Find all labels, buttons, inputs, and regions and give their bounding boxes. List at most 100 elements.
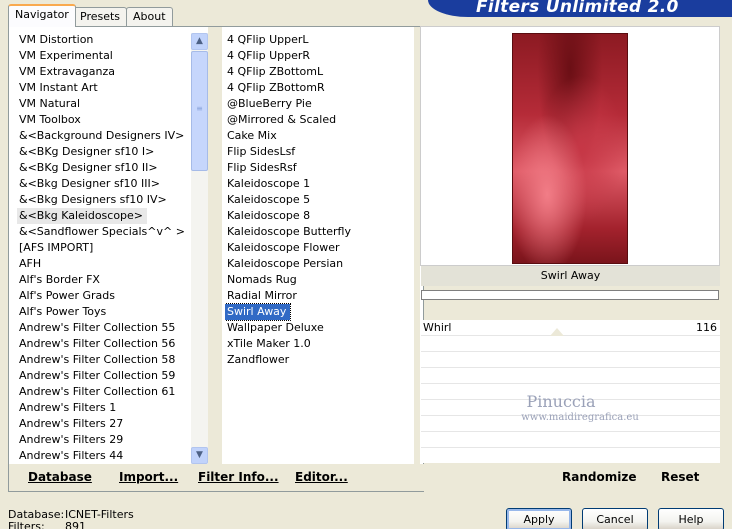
list-item[interactable]: xTile Maker 1.0 [225, 336, 413, 352]
list-item-label: &<Bkg Designer sf10 III> [19, 177, 161, 190]
list-item[interactable]: &<Bkg Designer sf10 III> [17, 176, 189, 192]
list-item-label: xTile Maker 1.0 [227, 337, 311, 350]
list-item-label: 4 QFlip UpperR [227, 49, 311, 62]
list-item-label: Cake Mix [227, 129, 277, 142]
list-item[interactable]: Swirl Away [225, 303, 413, 321]
list-item[interactable]: Zandflower [225, 352, 413, 368]
list-item[interactable]: Alf's Power Grads [17, 288, 189, 304]
status-filters: Filters: 891 [8, 520, 86, 529]
navigator-toolbar: Database Import... Filter Info... Editor… [9, 464, 423, 491]
list-item[interactable]: &<Bkg Designers sf10 IV> [17, 192, 189, 208]
category-scrollbar[interactable]: ▲ ≡ ▼ [191, 33, 208, 464]
list-item-label: Andrew's Filter Collection 56 [19, 337, 176, 350]
list-item[interactable]: 4 QFlip UpperL [225, 32, 413, 48]
list-item[interactable]: 4 QFlip UpperR [225, 48, 413, 64]
list-item-label: Andrew's Filter Collection 59 [19, 369, 176, 382]
status-filters-label: Filters: [8, 520, 45, 529]
list-item[interactable]: Kaleidoscope 5 [225, 192, 413, 208]
list-item-label: VM Toolbox [19, 113, 81, 126]
param-row-empty [421, 352, 720, 368]
list-item[interactable]: Nomads Rug [225, 272, 413, 288]
list-item-label: 4 QFlip ZBottomL [227, 65, 324, 78]
list-item[interactable]: Andrew's Filter Collection 58 [17, 352, 189, 368]
list-item[interactable]: Andrew's Filters 1 [17, 400, 189, 416]
list-item-label: Zandflower [227, 353, 290, 366]
scroll-up-button[interactable]: ▲ [191, 33, 208, 50]
tab-navigator[interactable]: Navigator [8, 4, 76, 27]
list-item[interactable]: Andrew's Filter Collection 61 [17, 384, 189, 400]
apply-button[interactable]: Apply [506, 508, 572, 529]
list-item[interactable]: Alf's Power Toys [17, 304, 189, 320]
list-item[interactable]: Kaleidoscope Flower [225, 240, 413, 256]
list-item[interactable]: VM Toolbox [17, 112, 189, 128]
filter-info-button[interactable]: Filter Info... [198, 470, 279, 484]
list-item-label: Kaleidoscope Butterfly [227, 225, 351, 238]
list-item-label: &<BKg Designer sf10 I> [19, 145, 155, 158]
list-item[interactable]: &<Background Designers IV> [17, 128, 189, 144]
import-button[interactable]: Import... [119, 470, 178, 484]
preview-toolbar: Randomize Reset [420, 464, 720, 491]
list-item-label: Andrew's Filters 29 [19, 433, 124, 446]
list-item[interactable]: VM Experimental [17, 48, 189, 64]
scroll-down-button[interactable]: ▼ [191, 447, 208, 464]
list-item[interactable]: Andrew's Filter Collection 56 [17, 336, 189, 352]
list-item[interactable]: VM Extravaganza [17, 64, 189, 80]
list-item-label: &<BKg Designer sf10 II> [19, 161, 158, 174]
list-item[interactable]: Alf's Border FX [17, 272, 189, 288]
list-item[interactable]: &<Bkg Kaleidoscope> [17, 208, 189, 224]
filter-list[interactable]: 4 QFlip UpperL 4 QFlip UpperR 4 QFlip ZBot… [225, 32, 413, 464]
tab-presets[interactable]: Presets [73, 7, 128, 27]
list-item[interactable]: &<Sandflower Specials^v^ > [17, 224, 189, 240]
list-item[interactable]: 4 QFlip ZBottomR [225, 80, 413, 96]
list-item[interactable]: @Mirrored & Scaled [225, 112, 413, 128]
list-item[interactable]: VM Distortion [17, 32, 189, 48]
list-item[interactable]: Kaleidoscope Persian [225, 256, 413, 272]
param-value: 116 [696, 321, 717, 334]
list-item-label: Radial Mirror [227, 289, 297, 302]
tab-label: Navigator [15, 8, 69, 21]
scroll-thumb[interactable]: ≡ [191, 51, 208, 171]
list-item[interactable]: Andrew's Filters 27 [17, 416, 189, 432]
list-item[interactable]: Radial Mirror [225, 288, 413, 304]
list-item-label: 4 QFlip ZBottomR [227, 81, 325, 94]
list-item-label: AFH [19, 257, 42, 270]
help-button[interactable]: Help [658, 508, 724, 529]
editor-button[interactable]: Editor... [295, 470, 348, 484]
list-item[interactable]: VM Natural [17, 96, 189, 112]
list-item[interactable]: &<BKg Designer sf10 I> [17, 144, 189, 160]
randomize-button[interactable]: Randomize [562, 470, 636, 484]
list-item-label: Andrew's Filter Collection 61 [19, 385, 176, 398]
database-button[interactable]: Database [28, 470, 92, 484]
list-item[interactable]: Andrew's Filter Collection 55 [17, 320, 189, 336]
list-item[interactable]: AFH [17, 256, 189, 272]
list-item[interactable]: Kaleidoscope Butterfly [225, 224, 413, 240]
list-item[interactable]: Andrew's Filters 44 [17, 448, 189, 464]
list-item-label: Andrew's Filter Collection 58 [19, 353, 176, 366]
list-item[interactable]: VM Instant Art [17, 80, 189, 96]
list-item[interactable]: &<BKg Designer sf10 II> [17, 160, 189, 176]
tab-about[interactable]: About [126, 7, 173, 27]
list-item[interactable]: @BlueBerry Pie [225, 96, 413, 112]
list-item-label: Flip SidesLsf [227, 145, 296, 158]
selected-filter-name: Swirl Away [421, 266, 720, 286]
reset-button[interactable]: Reset [661, 470, 699, 484]
list-item[interactable]: Kaleidoscope 1 [225, 176, 413, 192]
list-item-label: 4 QFlip UpperL [227, 33, 309, 46]
list-item-label: Nomads Rug [227, 273, 297, 286]
param-row-empty [421, 368, 720, 384]
list-item[interactable]: [AFS IMPORT] [17, 240, 189, 256]
list-item[interactable]: Andrew's Filter Collection 59 [17, 368, 189, 384]
list-item[interactable]: Flip SidesLsf [225, 144, 413, 160]
list-item[interactable]: Kaleidoscope 8 [225, 208, 413, 224]
list-item[interactable]: Andrew's Filters 29 [17, 432, 189, 448]
list-item[interactable]: Flip SidesRsf [225, 160, 413, 176]
list-item-label: [AFS IMPORT] [19, 241, 94, 254]
slider-thumb[interactable] [550, 328, 564, 336]
list-item[interactable]: Cake Mix [225, 128, 413, 144]
status-filters-value: 891 [65, 520, 86, 529]
list-item[interactable]: 4 QFlip ZBottomL [225, 64, 413, 80]
param-row-whirl[interactable]: Whirl 116 [421, 320, 720, 336]
category-list[interactable]: VM Distortion VM Experimental VM Extravaga… [17, 32, 189, 464]
list-item[interactable]: Wallpaper Deluxe [225, 320, 413, 336]
cancel-button[interactable]: Cancel [582, 508, 648, 529]
